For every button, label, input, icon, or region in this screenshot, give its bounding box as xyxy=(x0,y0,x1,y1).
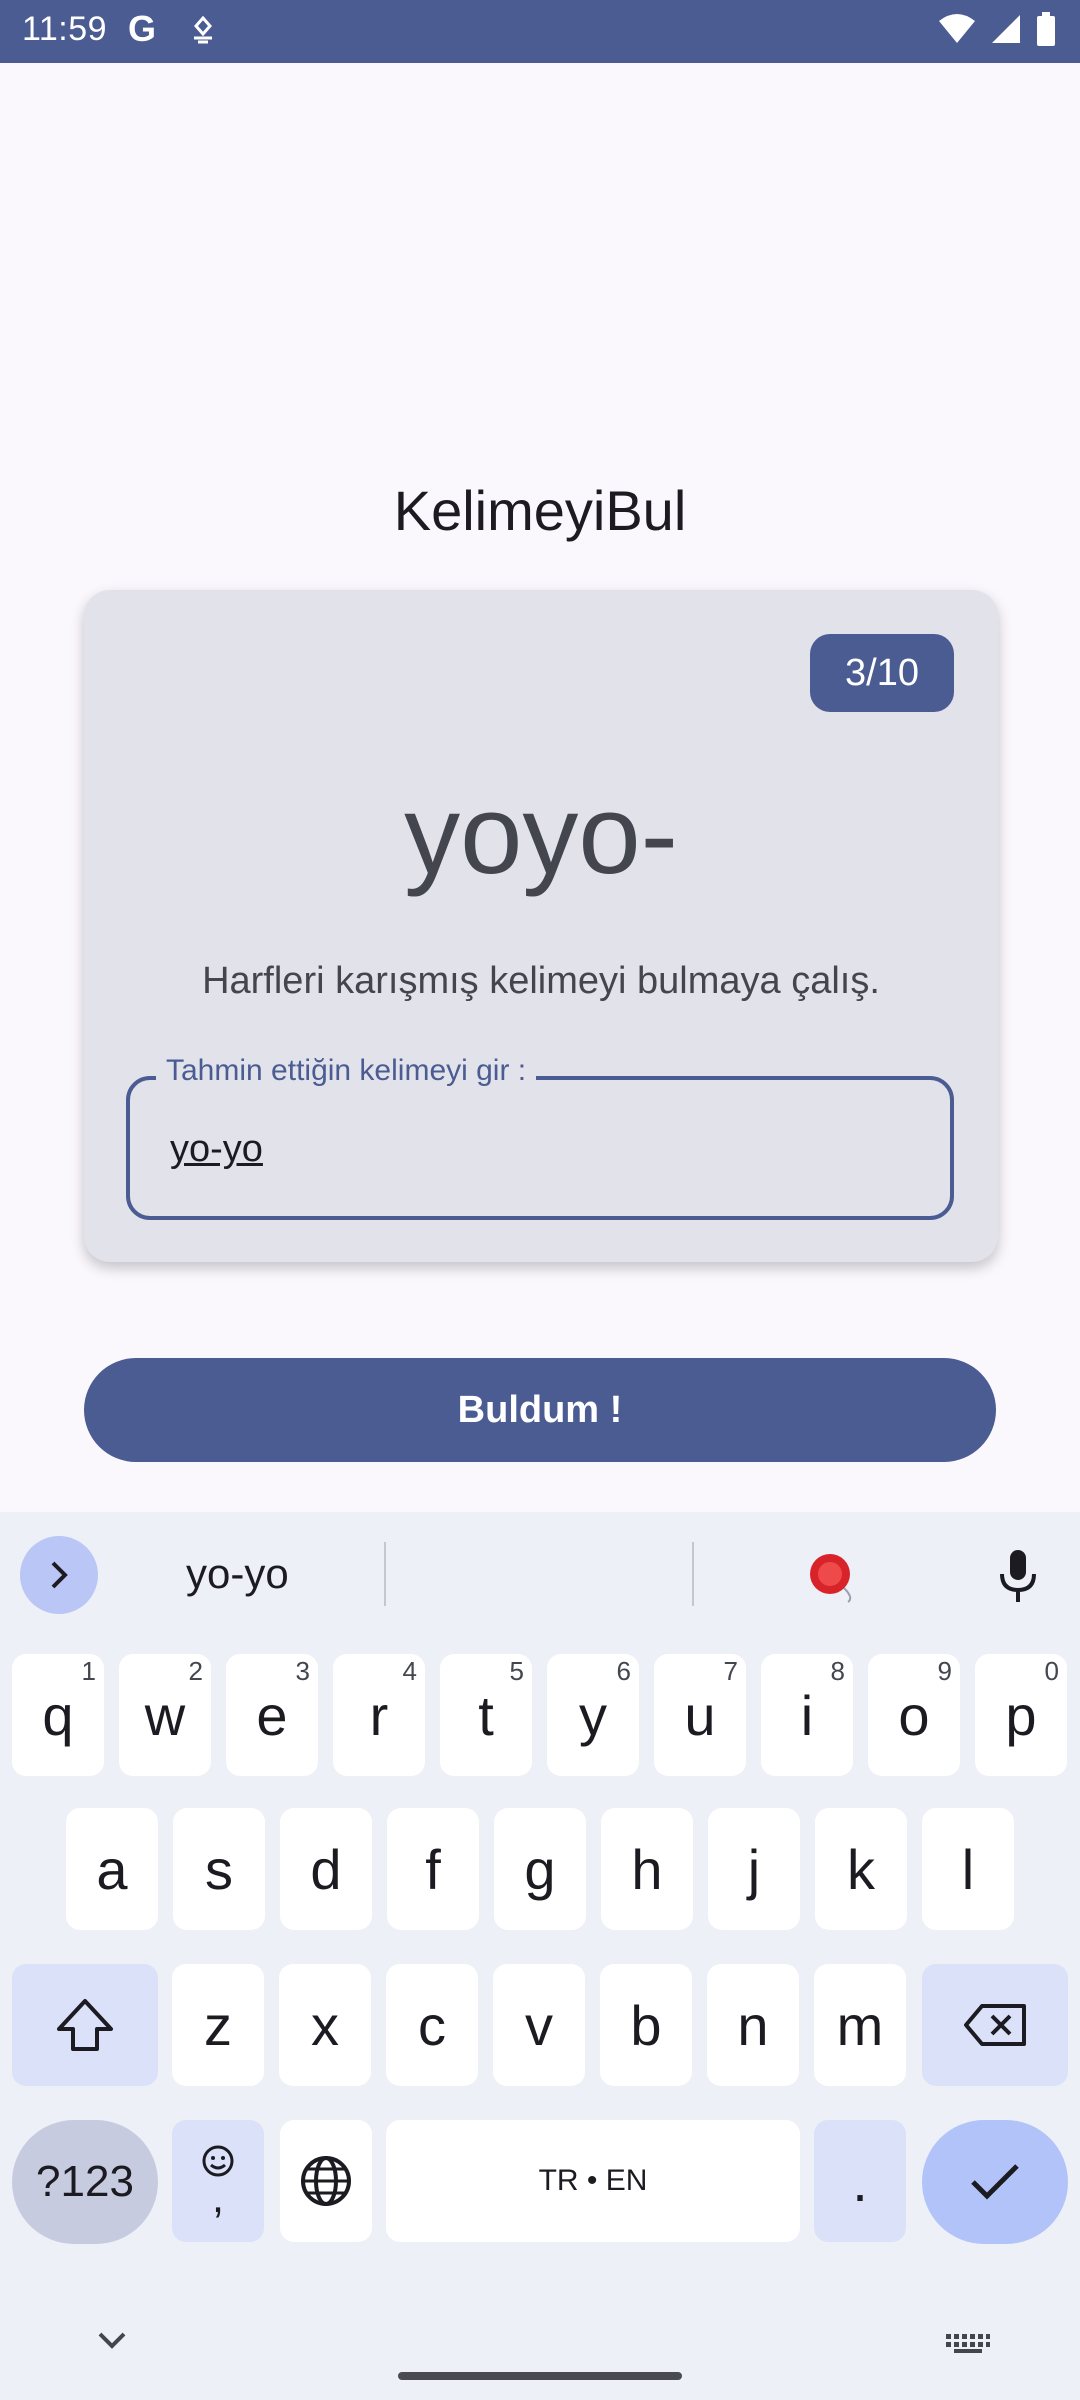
emoji-comma-key[interactable]: , xyxy=(172,2120,264,2242)
key-u[interactable]: u7 xyxy=(654,1654,746,1776)
key-p[interactable]: p0 xyxy=(975,1654,1067,1776)
progress-counter: 3/10 xyxy=(810,634,954,712)
key-d[interactable]: d xyxy=(280,1808,372,1930)
symbols-key[interactable]: ?123 xyxy=(12,2120,158,2244)
key-m[interactable]: m xyxy=(814,1964,906,2086)
key-y[interactable]: y6 xyxy=(547,1654,639,1776)
battery-icon xyxy=(1036,12,1056,51)
key-g[interactable]: g xyxy=(494,1808,586,1930)
google-icon: G xyxy=(128,8,157,49)
guess-input-label: Tahmin ettiğin kelimeyi gir : xyxy=(156,1054,537,1088)
key-label: u xyxy=(684,1683,716,1747)
key-number-hint: 0 xyxy=(1044,1656,1059,1686)
chevron-right-icon xyxy=(51,1561,68,1589)
key-a[interactable]: a xyxy=(66,1808,158,1930)
key-number-hint: 1 xyxy=(81,1656,96,1686)
yoyo-emoji-icon[interactable] xyxy=(804,1548,860,1609)
key-j[interactable]: j xyxy=(708,1808,800,1930)
key-label: r xyxy=(369,1683,389,1747)
shift-icon xyxy=(57,1999,113,2051)
enter-key[interactable] xyxy=(922,2120,1068,2244)
key-w[interactable]: w2 xyxy=(119,1654,211,1776)
instruction-text: Harfleri karışmış kelimeyi bulmaya çalış… xyxy=(202,960,880,1002)
key-number-hint: 6 xyxy=(616,1656,631,1686)
key-number-hint: 7 xyxy=(723,1656,738,1686)
rotate-icon xyxy=(188,14,218,53)
checkmark-icon xyxy=(971,2164,1019,2200)
key-label: w xyxy=(144,1683,186,1747)
scrambled-word: yoyo- xyxy=(404,772,678,897)
signal-icon xyxy=(990,13,1022,50)
space-key[interactable]: TR • EN xyxy=(386,2120,800,2242)
keyboard: yo-yo q1w2e3r4t5y6u7i8o9p0 asdfghjkl zxc… xyxy=(0,1512,1080,2400)
guess-input[interactable]: Tahmin ettiğin kelimeyi gir : yo-yo xyxy=(126,1054,954,1220)
period-key[interactable]: . xyxy=(814,2120,906,2242)
suggestion-word[interactable]: yo-yo xyxy=(186,1550,289,1598)
key-number-hint: 8 xyxy=(830,1656,845,1686)
key-h[interactable]: h xyxy=(601,1808,693,1930)
app-title: KelimeyiBul xyxy=(393,479,687,542)
status-time: 11:59 xyxy=(22,10,108,48)
key-label: q xyxy=(42,1683,74,1747)
backspace-icon xyxy=(964,2004,1026,2046)
key-label: o xyxy=(898,1683,930,1747)
globe-icon xyxy=(301,2156,351,2206)
key-s[interactable]: s xyxy=(173,1808,265,1930)
game-card: 3/10 yoyo- Harfleri karışmış kelimeyi bu… xyxy=(84,590,998,1262)
language-key[interactable] xyxy=(280,2120,372,2242)
key-number-hint: 3 xyxy=(295,1656,310,1686)
microphone-icon[interactable] xyxy=(996,1546,1040,1611)
key-number-hint: 9 xyxy=(937,1656,952,1686)
status-icons xyxy=(938,12,1056,51)
suggestion-divider xyxy=(692,1542,694,1606)
key-q[interactable]: q1 xyxy=(12,1654,104,1776)
key-t[interactable]: t5 xyxy=(440,1654,532,1776)
keyboard-switcher-icon[interactable] xyxy=(946,2334,990,2359)
expand-suggestions-button[interactable] xyxy=(20,1536,98,1614)
comma-label: , xyxy=(211,2173,225,2222)
wifi-icon xyxy=(938,13,976,50)
key-label: e xyxy=(256,1683,288,1747)
key-l[interactable]: l xyxy=(922,1808,1014,1930)
status-bar: 11:59 G xyxy=(0,0,1080,63)
key-f[interactable]: f xyxy=(387,1808,479,1930)
key-c[interactable]: c xyxy=(386,1964,478,2086)
key-label: t xyxy=(478,1683,494,1747)
key-r[interactable]: r4 xyxy=(333,1654,425,1776)
suggestion-divider xyxy=(384,1542,386,1606)
key-i[interactable]: i8 xyxy=(761,1654,853,1776)
key-b[interactable]: b xyxy=(600,1964,692,2086)
home-indicator[interactable] xyxy=(398,2372,682,2380)
key-k[interactable]: k xyxy=(815,1808,907,1930)
shift-key[interactable] xyxy=(12,1964,158,2086)
key-label: p xyxy=(1005,1683,1037,1747)
key-v[interactable]: v xyxy=(493,1964,585,2086)
key-number-hint: 2 xyxy=(188,1656,203,1686)
key-n[interactable]: n xyxy=(707,1964,799,2086)
key-o[interactable]: o9 xyxy=(868,1654,960,1776)
key-number-hint: 5 xyxy=(509,1656,524,1686)
guess-input-value[interactable]: yo-yo xyxy=(170,1128,263,1171)
key-x[interactable]: x xyxy=(279,1964,371,2086)
key-z[interactable]: z xyxy=(172,1964,264,2086)
key-e[interactable]: e3 xyxy=(226,1654,318,1776)
backspace-key[interactable] xyxy=(922,1964,1068,2086)
key-label: y xyxy=(579,1683,607,1747)
submit-button[interactable]: Buldum ! xyxy=(84,1358,996,1462)
key-number-hint: 4 xyxy=(402,1656,417,1686)
hide-keyboard-icon[interactable] xyxy=(96,2330,128,2357)
key-label: i xyxy=(800,1683,814,1747)
